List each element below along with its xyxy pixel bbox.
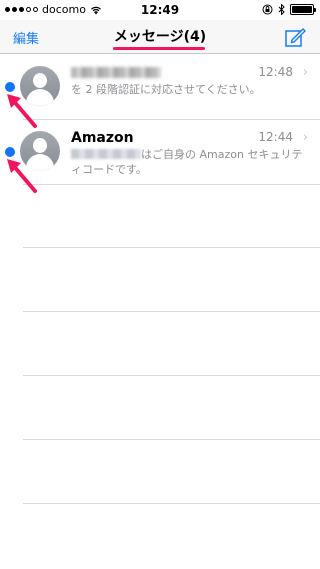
row-divider	[23, 311, 320, 312]
row-divider	[23, 247, 320, 248]
message-time: 12:48	[258, 65, 293, 79]
page-title: メッセージ(4)	[113, 29, 207, 45]
chevron-right-icon: ›	[302, 130, 308, 145]
chevron-right-icon: ›	[302, 65, 308, 80]
row-divider	[23, 375, 320, 376]
row-divider	[23, 503, 320, 504]
message-row[interactable]: 12:48 › を 2 段階認証に対応させてください。	[0, 55, 320, 119]
navigation-bar: 編集 メッセージ(4)	[0, 20, 320, 54]
compose-icon[interactable]	[284, 26, 306, 48]
status-right	[262, 4, 316, 15]
orientation-lock-icon	[262, 4, 273, 15]
bluetooth-icon	[278, 4, 285, 15]
annotation-arrow	[7, 94, 37, 128]
annotation-underline	[113, 47, 205, 50]
message-time: 12:44	[258, 130, 293, 144]
row-divider	[23, 184, 320, 185]
status-bar: docomo 12:49	[0, 0, 320, 20]
message-row[interactable]: Amazon 12:44 › はご自身の Amazon セキュリティコードです。	[0, 120, 320, 184]
sender-name: Amazon	[71, 130, 134, 146]
annotation-arrow	[7, 159, 37, 193]
redacted-code	[71, 149, 141, 159]
message-preview: はご自身の Amazon セキュリティコードです。	[71, 147, 303, 177]
sender-name-blurred	[71, 67, 161, 78]
battery-icon	[290, 4, 316, 15]
message-preview: を 2 段階認証に対応させてください。	[71, 82, 303, 97]
preview-text: を 2 段階認証に対応させてください。	[71, 83, 261, 96]
row-divider	[23, 439, 320, 440]
